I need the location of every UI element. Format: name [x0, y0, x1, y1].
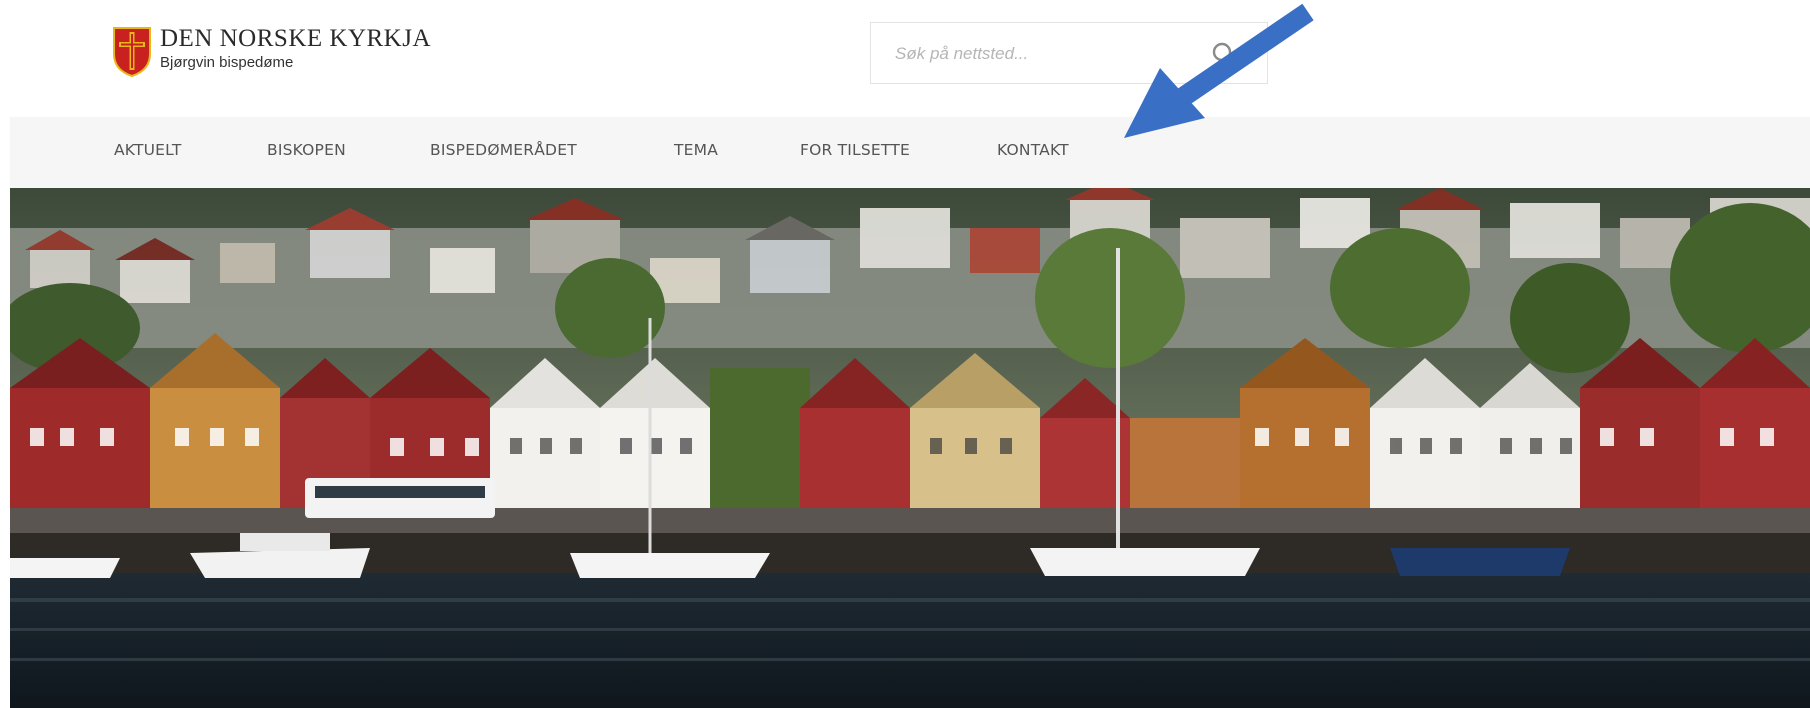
- nav-item-tema[interactable]: TEMA: [674, 141, 718, 159]
- nav-item-kontakt[interactable]: KONTAKT: [997, 141, 1069, 159]
- search-box: [870, 22, 1268, 84]
- site-logo[interactable]: DEN NORSKE KYRKJA Bjørgvin bispedøme: [112, 26, 431, 78]
- nav-item-for-tilsette[interactable]: FOR TILSETTE: [800, 141, 910, 159]
- brand-subtitle: Bjørgvin bispedøme: [160, 54, 294, 71]
- brand-title: DEN NORSKE KYRKJA: [160, 25, 432, 52]
- search-icon[interactable]: [1211, 41, 1239, 69]
- main-navigation: AKTUELT BISKOPEN BISPEDØMERÅDET TEMA FOR…: [10, 117, 1810, 188]
- church-crest-icon: [113, 27, 151, 78]
- nav-item-bispedomeradet[interactable]: BISPEDØMERÅDET: [430, 141, 577, 159]
- nav-item-biskopen[interactable]: BISKOPEN: [267, 141, 346, 159]
- site-header: DEN NORSKE KYRKJA Bjørgvin bispedøme: [0, 0, 1810, 117]
- bergen-bryggen-photo: [10, 188, 1810, 708]
- nav-item-aktuelt[interactable]: AKTUELT: [114, 141, 182, 159]
- hero-image: [10, 188, 1810, 708]
- search-input[interactable]: [895, 39, 1195, 69]
